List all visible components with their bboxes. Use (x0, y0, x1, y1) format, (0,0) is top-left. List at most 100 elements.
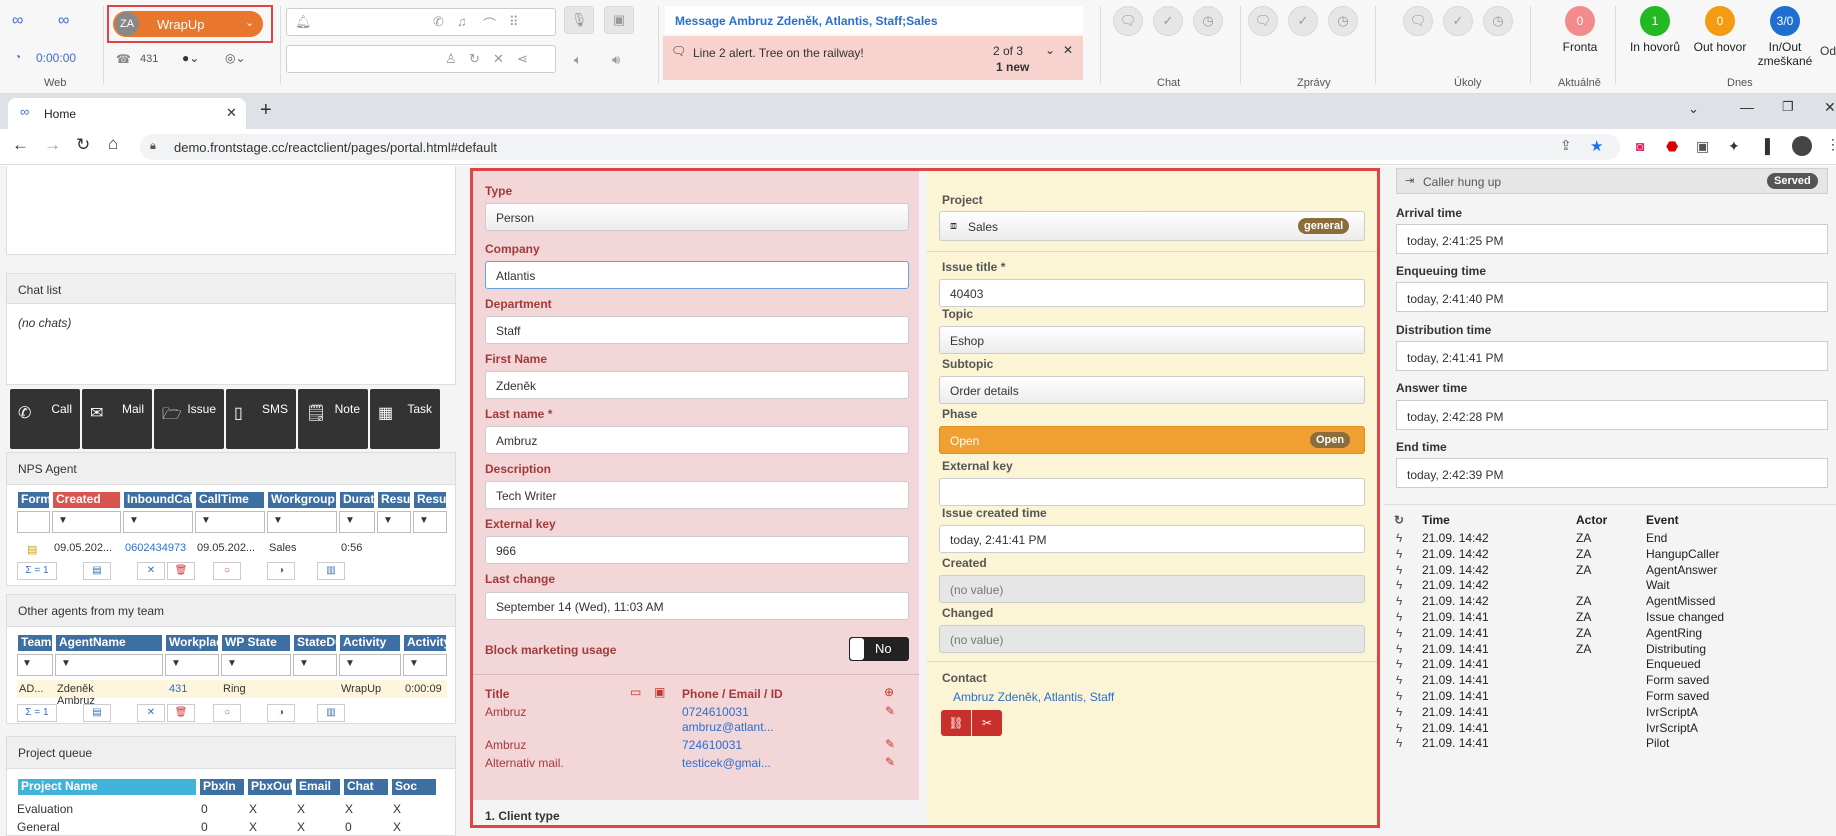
status-button[interactable]: ZA WrapUp ⌄ (113, 11, 263, 37)
note-button[interactable]: 🗒︎ Note (298, 389, 368, 449)
filter-input[interactable]: ▼ (123, 511, 193, 533)
export-icon[interactable]: ▤ (83, 562, 111, 580)
tab-home[interactable]: ∞ Home ✕ (8, 98, 246, 129)
extension-icon[interactable]: ▣ (1696, 138, 1709, 155)
col-duration[interactable]: Durati (339, 491, 375, 509)
lastchange-input[interactable]: September 14 (Wed), 11:03 AM (485, 592, 909, 620)
task-icon[interactable]: 🗨︎ (1403, 6, 1433, 36)
topic-select[interactable]: Eshop (939, 326, 1365, 354)
col-calltime[interactable]: CallTime (195, 491, 265, 509)
check-circle-icon[interactable]: ●⌄ (182, 51, 199, 65)
clear-filter-icon[interactable]: ✕ (137, 562, 165, 580)
arrival-input[interactable]: today, 2:41:25 PM (1396, 224, 1828, 254)
col-inboundcall[interactable]: InboundCall (123, 491, 193, 509)
reload-icon[interactable]: ↻ (76, 135, 90, 155)
stat-missed[interactable]: 3/0 In/Out zmeškané (1750, 6, 1820, 68)
col-agentname[interactable]: AgentName (55, 634, 163, 652)
col-team[interactable]: TeamN (17, 634, 53, 652)
sum-button[interactable]: Σ = 1 (17, 704, 57, 722)
enqueue-input[interactable]: today, 2:41:40 PM (1396, 282, 1828, 312)
end-input[interactable]: today, 2:42:39 PM (1396, 458, 1828, 488)
extkey-input[interactable]: 966 (485, 536, 909, 564)
infinity-icon[interactable]: ∞ (58, 12, 69, 30)
nps-cell-inbound[interactable]: 0602434973 (125, 542, 186, 554)
block-marketing-toggle[interactable]: No (849, 637, 909, 661)
history-icon[interactable]: ◷ (1193, 6, 1223, 36)
dial-input[interactable]: 🔔︎ ✆ ♫ ⌒ ⠿ (286, 8, 556, 36)
refresh-icon[interactable]: ○ (213, 562, 241, 580)
type-select[interactable]: Person (485, 203, 909, 231)
alert-box[interactable]: 🗨︎ Line 2 alert. Tree on the railway! 2 … (663, 36, 1083, 80)
clear-filter-icon[interactable]: ✕ (137, 704, 165, 722)
volume-low-icon[interactable]: 🔈︎ (574, 52, 582, 68)
description-input[interactable]: Tech Writer (485, 481, 909, 509)
filter-input[interactable]: ▼ (413, 511, 447, 533)
filter-input[interactable] (17, 511, 50, 533)
distribution-input[interactable]: today, 2:41:41 PM (1396, 341, 1828, 371)
check-icon[interactable]: ✓ (1288, 6, 1318, 36)
filter-input[interactable]: ▼ (267, 511, 337, 533)
star-icon[interactable]: ★ (1590, 137, 1603, 155)
task-button[interactable]: ▦ Task (370, 389, 440, 449)
home-icon[interactable]: ⌂ (108, 134, 118, 154)
columns-icon[interactable]: ▥ (317, 562, 345, 580)
message-icon[interactable]: 🗨︎ (1248, 6, 1278, 36)
delete-icon[interactable]: 🗑︎ (167, 562, 195, 580)
contact-value[interactable]: 724610031 (682, 738, 742, 752)
filter-input[interactable]: ▼ (403, 654, 447, 676)
filter-input[interactable]: ▼ (165, 654, 219, 676)
lastname-input[interactable]: Ambruz (485, 426, 909, 454)
contact-value[interactable]: ambruz@atlant... (682, 720, 774, 734)
sum-button[interactable]: Σ = 1 (17, 562, 57, 580)
close-window-icon[interactable]: ✕ (1824, 99, 1836, 116)
card-icon[interactable]: ▭ (630, 685, 641, 699)
edit-icon[interactable]: ✎ (885, 755, 895, 769)
minimize-icon[interactable]: — (1740, 99, 1754, 115)
close-icon[interactable]: ✕ (1063, 43, 1073, 57)
settings-circle-icon[interactable]: ◎⌄ (225, 51, 246, 65)
contrast-icon[interactable]: ◑ (267, 704, 295, 722)
close-icon[interactable]: ✕ (493, 51, 504, 67)
col-created[interactable]: Created (52, 491, 121, 509)
client-type-section[interactable]: 1. Client type (473, 799, 919, 825)
subtopic-select[interactable]: Order details (939, 376, 1365, 404)
col-activityd[interactable]: ActivityD (403, 634, 447, 652)
form-icon[interactable]: ▤ (27, 543, 37, 556)
agent-workplace[interactable]: 431 (169, 683, 187, 695)
message-header[interactable]: Message Ambruz Zdeněk, Atlantis, Staff;S… (665, 6, 1083, 34)
sidebar-icon[interactable]: ▐ (1760, 138, 1770, 154)
redo-icon[interactable]: ↻ (469, 51, 480, 67)
transfer-input[interactable]: ♙ ↻ ✕ ⋖ (286, 45, 556, 73)
check-icon[interactable]: ✓ (1443, 6, 1473, 36)
created-time-input[interactable]: today, 2:41:41 PM (939, 525, 1365, 553)
check-icon[interactable]: ✓ (1153, 6, 1183, 36)
stat-out-hovor[interactable]: 0 Out hovor (1685, 6, 1755, 54)
filter-input[interactable]: ▼ (17, 654, 53, 676)
share-icon[interactable]: ⋖ (517, 51, 528, 67)
col-chat[interactable]: Chat (343, 778, 389, 796)
restore-icon[interactable]: ❐ (1782, 99, 1794, 115)
edit-icon[interactable]: ✎ (885, 737, 895, 751)
contact-book-icon[interactable]: ▣ (654, 685, 665, 699)
project-select[interactable]: ⧈ Sales general (939, 211, 1365, 241)
share-icon[interactable]: ⇪ (1560, 137, 1572, 154)
volume-high-icon[interactable]: 🔊︎ (612, 52, 620, 68)
profile-avatar[interactable] (1792, 136, 1812, 156)
company-input[interactable]: Atlantis (485, 261, 909, 289)
filter-input[interactable]: ▼ (55, 654, 163, 676)
edit-icon[interactable]: ✎ (885, 704, 895, 718)
col-workplace[interactable]: Workplace (165, 634, 219, 652)
microphone-icon[interactable]: 🎙︎ (564, 6, 594, 34)
firstname-input[interactable]: Zdeněk (485, 371, 909, 399)
contact-value[interactable]: testicek@gmai... (682, 756, 771, 770)
user-icon[interactable]: ♙ (445, 51, 457, 67)
stat-fronta[interactable]: 0 Fronta (1540, 6, 1620, 54)
refresh-icon[interactable]: ↻ (1394, 513, 1404, 527)
department-input[interactable]: Staff (485, 316, 909, 344)
music-icon[interactable]: ♫ (457, 14, 467, 29)
col-activity[interactable]: Activity (339, 634, 401, 652)
screen-icon[interactable]: ▣ (604, 6, 634, 34)
address-bar[interactable]: 🔒︎ demo.frontstage.cc/reactclient/pages/… (140, 134, 1620, 160)
message-title[interactable]: Message Ambruz Zdeněk, Atlantis, Staff;S… (675, 14, 938, 28)
history-icon[interactable]: ◷ (1328, 6, 1358, 36)
